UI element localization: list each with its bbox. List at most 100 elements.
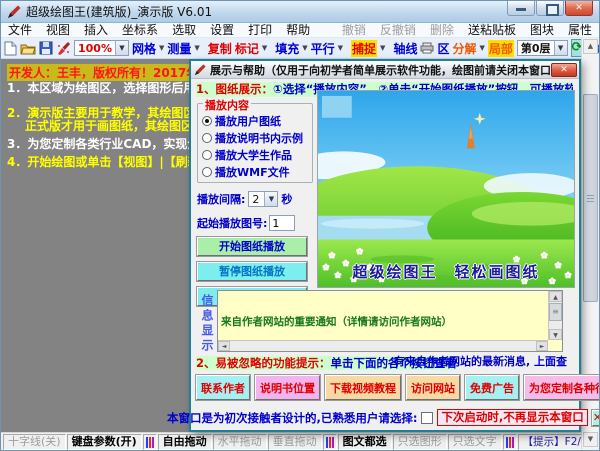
menu-select[interactable]: 选取 [165,23,203,38]
custom-cad-button[interactable]: 为您定制各种行业专用CAD! [524,375,600,400]
axis-button[interactable]: 轴线 [393,40,417,57]
app-window: 超级绘图王(建筑版)_演示版 V6.01 ✕ 文件 视图 插入 坐标系 选取 设… [0,0,600,451]
clear-brush-button[interactable] [56,40,71,57]
zoom-combo[interactable]: 100% ▼ [74,40,129,56]
start-playback-button[interactable]: 开始图纸播放 [197,237,307,256]
info-textarea: 来自作者网站的重要通知（详情请访问作者网站） 超级绘图王6.0版已于2016-1… [217,290,563,352]
menu-insert[interactable]: 插入 [77,23,115,38]
parallel-button[interactable]: 平行 [311,40,335,57]
save-button[interactable] [39,40,53,57]
menu-print[interactable]: 打印 [241,23,279,38]
radio-icon [202,150,212,160]
mark-button[interactable]: 标记 [235,40,259,57]
snap-button[interactable]: 捕捉 [351,40,377,57]
visit-website-button[interactable]: 访问网站 [406,375,460,400]
menu-redo[interactable]: 反撤销 [373,23,423,38]
explode-dropdown-icon[interactable]: ▼ [479,44,484,52]
radio-label: 播放大学生作品 [215,147,292,163]
print-area-label[interactable]: 区 [437,40,449,57]
menu-view[interactable]: 视图 [39,23,77,38]
fill-button[interactable]: 填充 [275,40,299,57]
playback-content-group: 播放内容 播放用户图纸 播放说明书内示例 播放大学生作品 播放WMF文件 [197,103,313,183]
dont-show-again-checkbox[interactable] [421,412,433,424]
status-horizontal-drag-toggle[interactable]: 水平拖动 [213,434,267,450]
menu-file[interactable]: 文件 [1,23,39,38]
status-select-text-toggle[interactable]: 只选文字 [448,434,502,450]
menu-undo[interactable]: 撤销 [335,23,373,38]
status-crosshair-toggle[interactable]: 十字线(关) [3,434,66,450]
menu-block[interactable]: 图块 [523,23,561,38]
radio-play-manual-examples[interactable]: 播放说明书内示例 [202,129,309,146]
info-scroll-left-icon[interactable]: ◄ [218,341,230,351]
info-scroll-up-icon[interactable]: ▲ [549,291,562,302]
menu-clipboard[interactable]: 送粘贴板 [461,23,523,38]
info-line: 来自作者网站的重要通知（详情请访问作者网站） [221,317,547,329]
measure-button[interactable]: 测量 [167,40,191,57]
save-floppy-icon [39,41,53,55]
radio-play-user-drawings[interactable]: 播放用户图纸 [202,112,309,129]
menu-settings[interactable]: 设置 [203,23,241,38]
scroll-up-icon[interactable]: ▲ [583,39,598,54]
status-free-drag-toggle[interactable]: 自由拖动 [158,434,212,450]
new-file-button[interactable] [4,40,17,57]
fill-dropdown-icon[interactable]: ▼ [302,44,307,52]
radio-label: 播放用户图纸 [215,113,281,129]
info-vertical-scrollbar[interactable]: ▲ ≡ ▼ [548,291,562,340]
layer-dropdown-icon[interactable]: ▼ [554,41,567,55]
mark-dropdown-icon[interactable]: ▼ [262,44,267,52]
zoom-dropdown-icon[interactable]: ▼ [115,41,128,55]
hint-mode-icon [503,434,517,450]
pause-playback-button[interactable]: 暂停图纸播放 [197,262,307,281]
open-file-button[interactable] [20,40,36,57]
menu-help[interactable]: 帮助 [279,23,317,38]
menu-properties[interactable]: 属性 [561,23,599,38]
menu-delete[interactable]: 删除 [423,23,461,38]
status-vertical-drag-toggle[interactable]: 垂直拖动 [268,434,322,450]
partial-button[interactable]: 局部 [488,40,514,57]
minimize-button[interactable] [507,1,535,16]
window-title: 超级绘图王(建筑版)_演示版 V6.01 [26,3,212,20]
free-ad-button[interactable]: 免费广告 [465,375,519,400]
info-scroll-down-icon[interactable]: ▼ [549,329,562,340]
close-button[interactable]: ✕ [565,1,593,16]
status-keyboard-toggle[interactable]: 键盘参数(开) [67,434,142,450]
dialog-bottom-close-button[interactable]: ✕ [592,410,600,426]
manual-location-button[interactable]: 说明书位置 [255,375,320,400]
section2-prefix: 2、易被忽略的功能提示： [196,356,331,370]
grid-dropdown-icon[interactable]: ▼ [159,44,164,52]
playback-group-title: 播放内容 [203,97,251,113]
parallel-dropdown-icon[interactable]: ▼ [338,44,343,52]
info-scroll-thumb[interactable]: ≡ [549,303,562,321]
maximize-button[interactable] [536,1,564,16]
info-scroll-right-icon[interactable]: ► [536,341,548,351]
dialog-close-button[interactable]: ✕ [551,63,577,77]
status-select-both-toggle[interactable]: 图文都选 [338,434,392,450]
scroll-down-icon[interactable]: ▼ [583,432,598,447]
copy-button[interactable]: 复制 [208,40,232,57]
info-panel-label: 信息显示 [199,294,216,354]
app-pen-icon [7,5,21,19]
bottom-note: 本窗口是为初次接触者设计的,已熟悉用户请选择: [167,410,417,426]
radio-play-wmf-files[interactable]: 播放WMF文件 [202,163,309,180]
grid-button[interactable]: 网格 [132,40,156,57]
snap-dropdown-icon[interactable]: ▼ [380,44,385,52]
layer-combo[interactable]: 第0层 ▼ [517,40,568,56]
info-horizontal-scrollbar[interactable]: ◄ ► [218,340,548,351]
print-area-button[interactable] [420,40,434,57]
brush-icon [56,41,71,56]
window-controls: ✕ [507,1,593,16]
measure-dropdown-icon[interactable]: ▼ [194,44,199,52]
explode-button[interactable]: 分解 [452,40,476,57]
drag-mode-icon [143,434,157,450]
start-number-input[interactable] [269,215,295,231]
scrollbar-thumb[interactable] [583,94,598,302]
status-bar: 十字线(关) 键盘参数(开) 自由拖动 水平拖动 垂直拖动 图文都选 只选图形 … [1,432,583,451]
radio-play-student-works[interactable]: 播放大学生作品 [202,146,309,163]
contact-author-button[interactable]: 联系作者 [196,375,250,400]
interval-combo[interactable]: 2 ▼ [248,191,278,207]
layer-value: 第0层 [518,40,554,56]
status-select-shape-toggle[interactable]: 只选图形 [393,434,447,450]
download-video-tutorial-button[interactable]: 下载视频教程 [325,375,401,400]
interval-dropdown-icon[interactable]: ▼ [264,192,277,206]
menu-coordsys[interactable]: 坐标系 [115,23,165,38]
